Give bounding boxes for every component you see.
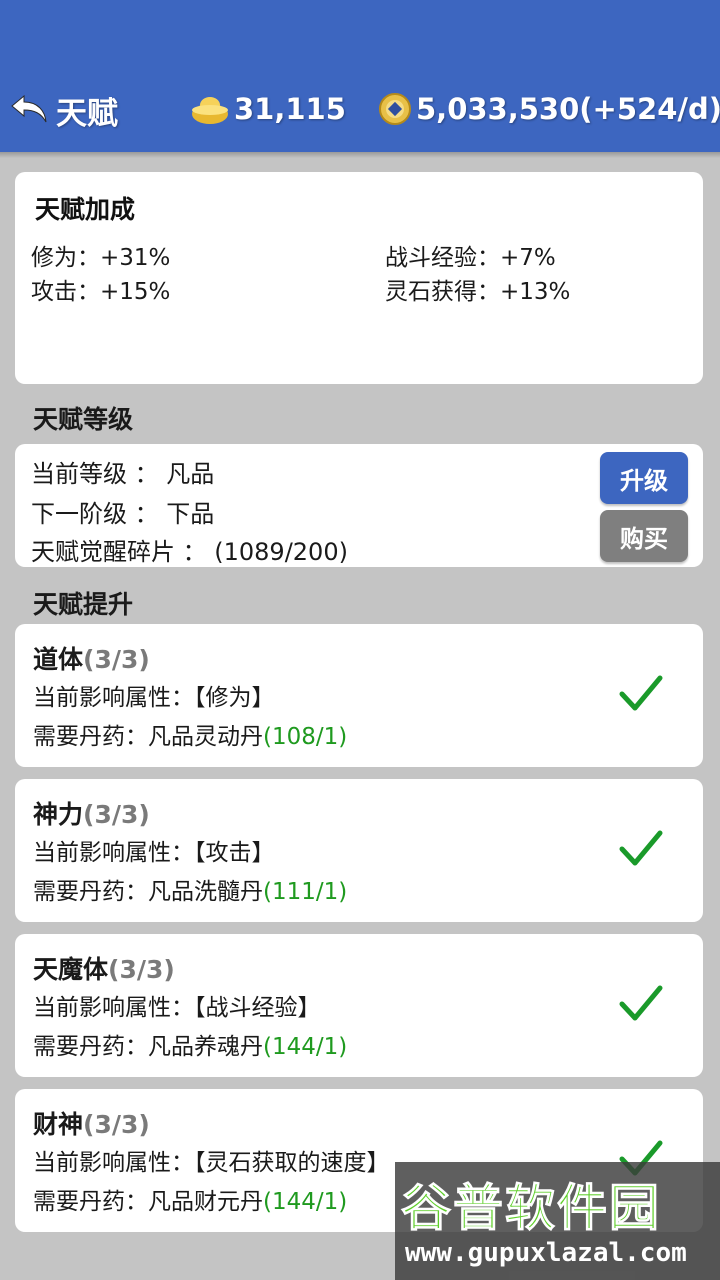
awaken-fragments: 天赋觉醒碎片 ： (1089/200) xyxy=(31,538,348,566)
talent-name: 神力(3/3) xyxy=(33,795,150,831)
back-button[interactable]: 天赋 xyxy=(10,88,118,132)
back-arrow-icon xyxy=(11,94,47,123)
talent-progress: (3/3) xyxy=(83,800,150,829)
header-shadow xyxy=(0,152,720,158)
pill-count: (144/1) xyxy=(263,1189,348,1215)
bonus-item-stone-gain: 灵石获得：+13% xyxy=(385,279,571,305)
talent-name-text: 财神 xyxy=(33,1110,84,1139)
talent-required-pill: 需要丹药：凡品洗髓丹(111/1) xyxy=(33,872,347,906)
talent-required-pill: 需要丹药：凡品财元丹(144/1) xyxy=(33,1182,347,1216)
upgrade-button[interactable]: 升级 xyxy=(600,452,688,504)
watermark-url: www.gupuxlazal.com xyxy=(405,1238,687,1268)
bonus-title: 天赋加成 xyxy=(35,195,136,224)
spirit-stone-balance: 5,033,530(+524/d) xyxy=(378,92,720,126)
talent-attribute: 当前影响属性：【攻击】 xyxy=(33,840,275,866)
talent-attribute: 当前影响属性：【修为】 xyxy=(33,685,275,711)
bonus-item-cultivation: 修为：+31% xyxy=(31,245,171,271)
pill-name: 需要丹药：凡品财元丹 xyxy=(33,1189,263,1215)
talent-level-card: 当前等级 ： 凡品 下一阶级 ： 下品 天赋觉醒碎片 ： (1089/200) … xyxy=(15,444,703,567)
pill-count: (108/1) xyxy=(263,724,348,750)
pill-count: (144/1) xyxy=(263,1034,348,1060)
watermark-title: 谷普软件园 xyxy=(401,1179,661,1238)
talent-name-text: 神力 xyxy=(33,800,84,829)
talent-name: 道体(3/3) xyxy=(33,640,150,676)
talent-card: 天魔体(3/3) 当前影响属性：【战斗经验】 需要丹药：凡品养魂丹(144/1) xyxy=(15,934,703,1077)
talent-required-pill: 需要丹药：凡品灵动丹(108/1) xyxy=(33,717,347,751)
talent-progress: (3/3) xyxy=(83,645,150,674)
level-section-title: 天赋等级 xyxy=(33,405,134,434)
pill-name: 需要丹药：凡品养魂丹 xyxy=(33,1034,263,1060)
talent-name: 天魔体(3/3) xyxy=(33,950,175,986)
talent-name-text: 天魔体 xyxy=(33,955,109,984)
current-level: 当前等级 ： 凡品 xyxy=(31,460,215,488)
bonus-item-battle-exp: 战斗经验：+7% xyxy=(385,245,556,271)
page-title: 天赋 xyxy=(56,95,118,132)
gold-ingot-icon xyxy=(192,97,228,124)
talent-progress: (3/3) xyxy=(83,1110,150,1139)
talent-name-text: 道体 xyxy=(33,645,84,674)
pill-count: (111/1) xyxy=(263,879,348,905)
talent-progress: (3/3) xyxy=(108,955,175,984)
pill-name: 需要丹药：凡品灵动丹 xyxy=(33,724,263,750)
check-icon xyxy=(619,830,663,866)
talent-name: 财神(3/3) xyxy=(33,1105,150,1141)
top-bar: 天赋 31,115 5,033,530(+524/d) xyxy=(0,0,720,152)
gold-amount: 31,115 xyxy=(234,92,346,126)
next-level: 下一阶级 ： 下品 xyxy=(31,500,215,528)
talent-card: 道体(3/3) 当前影响属性：【修为】 需要丹药：凡品灵动丹(108/1) xyxy=(15,624,703,767)
buy-button[interactable]: 购买 xyxy=(600,510,688,562)
gold-balance: 31,115 xyxy=(190,92,346,126)
talent-section-title: 天赋提升 xyxy=(33,590,134,619)
talent-bonus-card: 天赋加成 修为：+31% 战斗经验：+7% 攻击：+15% 灵石获得：+13% xyxy=(15,172,703,384)
spirit-coin-icon xyxy=(379,93,411,125)
talent-card: 神力(3/3) 当前影响属性：【攻击】 需要丹药：凡品洗髓丹(111/1) xyxy=(15,779,703,922)
talent-attribute: 当前影响属性：【灵石获取的速度】 xyxy=(33,1150,390,1176)
talent-attribute: 当前影响属性：【战斗经验】 xyxy=(33,995,321,1021)
pill-name: 需要丹药：凡品洗髓丹 xyxy=(33,879,263,905)
check-icon xyxy=(619,985,663,1021)
check-icon xyxy=(619,675,663,711)
bonus-item-attack: 攻击：+15% xyxy=(31,279,171,305)
stone-amount: 5,033,530(+524/d) xyxy=(416,92,720,126)
talent-required-pill: 需要丹药：凡品养魂丹(144/1) xyxy=(33,1027,347,1061)
site-watermark: 谷普软件园 www.gupuxlazal.com xyxy=(395,1162,720,1280)
